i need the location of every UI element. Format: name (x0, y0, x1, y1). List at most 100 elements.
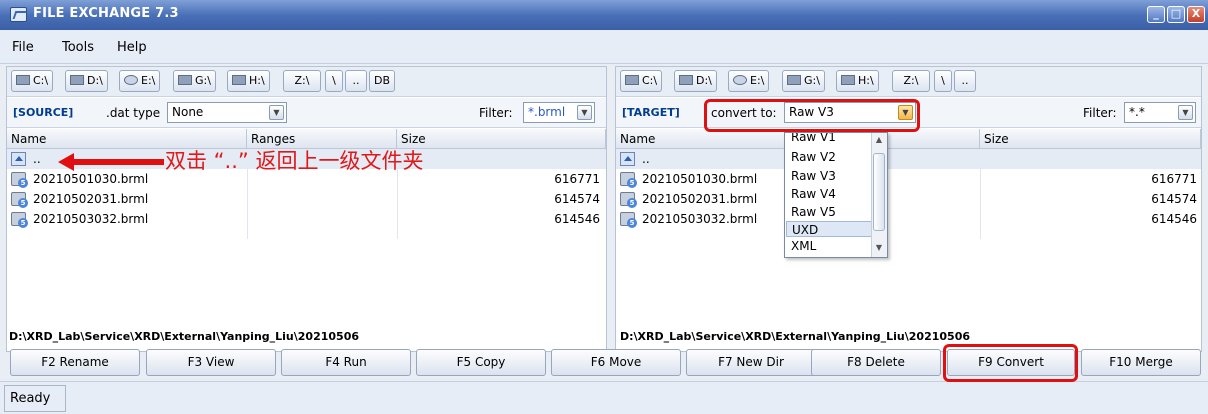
drive-label: G:\ (804, 74, 820, 87)
drive-icon (178, 75, 192, 85)
file-size: 616771 (1151, 172, 1197, 186)
file-size: 614546 (1151, 212, 1197, 226)
cd-drive-icon (124, 75, 138, 85)
annotation-text: 双击 “..” 返回上一级文件夹 (165, 149, 424, 173)
up-arrow-icon (620, 152, 635, 166)
drive-icon (679, 75, 693, 85)
source-filter-select[interactable]: *.brml ▼ (523, 102, 595, 123)
file-icon: 5 (11, 192, 28, 208)
source-drive-e[interactable]: E:\ (119, 70, 161, 92)
source-filter-value: *.brml (528, 105, 566, 119)
title-bar: FILE EXCHANGE 7.3 _ □ X (0, 0, 1208, 30)
scrollbar-thumb[interactable] (873, 153, 885, 231)
file-name: 20210503032.brml (33, 212, 149, 226)
red-arrow-icon (58, 153, 164, 171)
menu-help[interactable]: Help (117, 40, 147, 55)
file-name: 20210503032.brml (642, 212, 758, 226)
drive-icon (16, 75, 30, 85)
target-filter-select[interactable]: *.* ▼ (1124, 102, 1196, 123)
dat-type-select[interactable]: None ▼ (167, 102, 287, 123)
drive-label: E:\ (141, 74, 156, 87)
drive-label: C:\ (642, 74, 658, 87)
file-icon: 5 (620, 172, 637, 188)
scroll-down-icon[interactable]: ▼ (874, 243, 884, 252)
column-header-ranges[interactable]: Ranges (247, 129, 397, 149)
cd-drive-icon (733, 75, 747, 85)
drive-label: E:\ (750, 74, 765, 87)
file-size: 614574 (1151, 192, 1197, 206)
target-drive-e[interactable]: E:\ (728, 70, 770, 92)
file-size: 614574 (554, 192, 600, 206)
parent-folder-label: .. (33, 152, 41, 166)
file-icon: 5 (620, 192, 637, 208)
file-size: 614546 (554, 212, 600, 226)
file-row[interactable]: 5 20210502031.brml 614574 (7, 189, 606, 209)
dropdown-option[interactable]: Raw V5 (791, 204, 836, 220)
dropdown-option[interactable]: Raw V3 (791, 168, 836, 184)
target-drive-g[interactable]: G:\ (782, 70, 825, 92)
column-header-name[interactable]: Name (7, 129, 247, 149)
move-button[interactable]: F6 Move (551, 349, 681, 376)
file-row[interactable]: 5 20210503032.brml 614546 (7, 209, 606, 229)
menu-tools[interactable]: Tools (62, 40, 94, 55)
drive-icon (232, 75, 246, 85)
convert-to-dropdown-list[interactable]: Raw V1 Raw V2 Raw V3 Raw V4 Raw V5 UXD X… (784, 132, 888, 258)
close-button[interactable]: X (1187, 6, 1205, 23)
column-header-size[interactable]: Size (980, 129, 1201, 149)
source-drive-bar: C:\ D:\ E:\ G:\ H:\ Z:\ \ .. DB (7, 67, 606, 97)
source-drive-d[interactable]: D:\ (65, 70, 108, 92)
drive-icon (841, 75, 855, 85)
rename-button[interactable]: F2 Rename (10, 349, 140, 376)
source-up-button[interactable]: .. (345, 70, 367, 92)
source-drive-h[interactable]: H:\ (227, 70, 270, 92)
dropdown-option[interactable]: Raw V4 (791, 186, 836, 202)
dropdown-scrollbar[interactable]: ▲ ▼ (871, 133, 887, 257)
status-text: Ready (10, 391, 51, 406)
app-icon (10, 7, 27, 22)
scroll-up-icon[interactable]: ▲ (874, 135, 884, 144)
run-button[interactable]: F4 Run (281, 349, 411, 376)
file-row[interactable]: 5 20210503032.brml 614546 (616, 209, 1201, 229)
copy-button[interactable]: F5 Copy (416, 349, 546, 376)
source-root-button[interactable]: \ (325, 70, 343, 92)
target-drive-z[interactable]: Z:\ (892, 70, 930, 92)
drive-label: H:\ (858, 74, 874, 87)
new-dir-button[interactable]: F7 New Dir (686, 349, 816, 376)
dropdown-option[interactable]: XML (791, 238, 816, 254)
source-options-bar: [SOURCE] .dat type None ▼ Filter: *.brml… (7, 98, 606, 128)
target-tag: [TARGET] (622, 106, 680, 119)
convert-to-highlight (704, 99, 920, 132)
target-drive-d[interactable]: D:\ (674, 70, 717, 92)
dropdown-option[interactable]: Raw V1 (791, 133, 836, 145)
delete-button[interactable]: F8 Delete (811, 349, 941, 376)
dropdown-option[interactable]: Raw V2 (791, 149, 836, 165)
maximize-button[interactable]: □ (1167, 6, 1185, 23)
file-name: 20210501030.brml (642, 172, 758, 186)
source-db-button[interactable]: DB (369, 70, 395, 92)
drive-icon (787, 75, 801, 85)
parent-folder-row[interactable]: .. (616, 149, 1201, 169)
file-row[interactable]: 5 20210501030.brml 616771 (616, 169, 1201, 189)
column-header-size[interactable]: Size (397, 129, 606, 149)
view-button[interactable]: F3 View (146, 349, 276, 376)
menu-bar: File Tools Help (0, 30, 1208, 64)
source-drive-c[interactable]: C:\ (11, 70, 54, 92)
target-root-button[interactable]: \ (934, 70, 952, 92)
drive-icon (70, 75, 84, 85)
source-drive-g[interactable]: G:\ (173, 70, 216, 92)
chevron-down-icon[interactable]: ▼ (269, 105, 284, 120)
menu-file[interactable]: File (12, 40, 34, 55)
target-filter-label: Filter: (1083, 106, 1117, 120)
chevron-down-icon[interactable]: ▼ (1178, 105, 1193, 120)
target-filter-value: *.* (1129, 105, 1145, 119)
drive-label: G:\ (195, 74, 211, 87)
merge-button[interactable]: F10 Merge (1081, 349, 1201, 376)
dat-type-label: .dat type (106, 106, 161, 120)
target-up-button[interactable]: .. (954, 70, 976, 92)
target-drive-h[interactable]: H:\ (836, 70, 879, 92)
file-row[interactable]: 5 20210502031.brml 614574 (616, 189, 1201, 209)
source-drive-z[interactable]: Z:\ (283, 70, 321, 92)
target-drive-c[interactable]: C:\ (620, 70, 663, 92)
chevron-down-icon[interactable]: ▼ (577, 105, 592, 120)
minimize-button[interactable]: _ (1147, 6, 1165, 23)
